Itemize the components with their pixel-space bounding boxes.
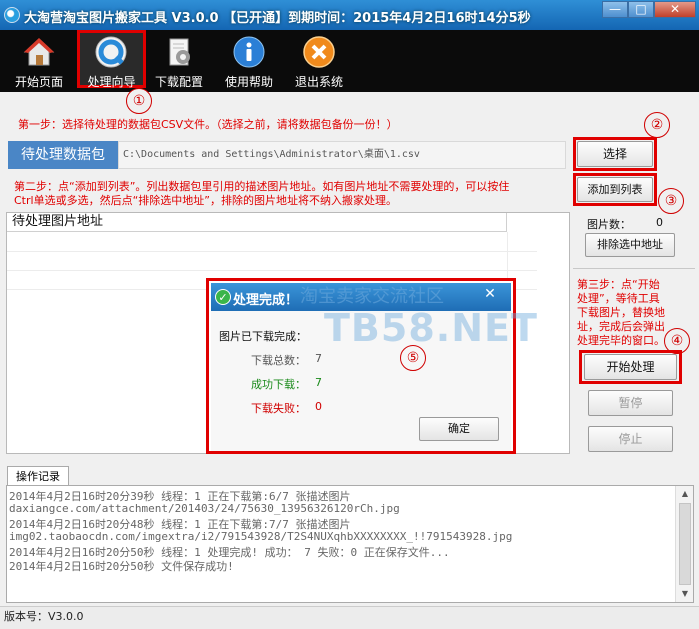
scroll-thumb[interactable] xyxy=(679,503,691,585)
download-total-label: 下载总数： xyxy=(251,354,306,367)
maximize-button[interactable]: □ xyxy=(628,1,654,18)
step3-note-line: 处理完毕的窗口。 xyxy=(577,334,665,347)
info-icon xyxy=(233,36,265,68)
side-panel-divider xyxy=(573,268,695,269)
select-file-button[interactable]: 选择 xyxy=(577,141,653,167)
data-package-label: 待处理数据包 xyxy=(8,141,118,169)
check-circle-icon: ✓ xyxy=(215,289,231,305)
exclude-selected-button[interactable]: 排除选中地址 xyxy=(585,233,675,257)
dialog-title: 处理完成！ xyxy=(233,293,299,308)
window-title-bar: 大淘营淘宝图片搬家工具 V3.0.0 【已开通】到期时间：2015年4月2日16… xyxy=(0,0,699,30)
window-title: 大淘营淘宝图片搬家工具 V3.0.0 【已开通】到期时间：2015年4月2日16… xyxy=(24,11,531,26)
log-line: 2014年4月2日16时20分50秒 文件保存成功! xyxy=(9,560,234,573)
image-count-value: 0 xyxy=(656,216,663,229)
minimize-button[interactable]: — xyxy=(602,1,628,18)
log-line: img02.taobaocdn.com/imgextra/i2/79154392… xyxy=(9,530,513,543)
step3-note-line: 第三步：点“开始 xyxy=(577,278,660,291)
toolbar-help-button[interactable]: 使用帮助 xyxy=(216,30,282,92)
watermark-text: 淘宝卖家交流社区 xyxy=(300,286,444,307)
annotation-marker-3: ③ xyxy=(658,188,684,214)
dialog-heading: 图片已下载完成： xyxy=(219,330,307,343)
step3-note-line: 址，完成后会弹出 xyxy=(577,320,665,333)
scroll-down-icon[interactable]: ▼ xyxy=(676,586,693,602)
log-line: daxiangce.com/attachment/201403/24/75630… xyxy=(9,502,400,515)
dialog-ok-button[interactable]: 确定 xyxy=(419,417,499,441)
download-success-label: 成功下载： xyxy=(251,378,306,391)
watermark-logo: TB58.NET xyxy=(324,306,538,350)
annotation-marker-1: ① xyxy=(126,88,152,114)
toolbar-config-label: 下载配置 xyxy=(154,75,203,89)
download-fail-label: 下载失败： xyxy=(251,402,306,415)
toolbar-exit-button[interactable]: 退出系统 xyxy=(286,30,352,92)
download-total-value: 7 xyxy=(315,352,322,365)
step2-note-line2: Ctrl单选或多选，然后点“排除选中地址”，排除的图片地址将不纳入搬家处理。 xyxy=(14,194,397,207)
toolbar-home-label: 开始页面 xyxy=(14,75,63,89)
main-toolbar: 开始页面 处理向导 下载配置 使用帮助 退出系统 xyxy=(0,30,699,92)
download-success-value: 7 xyxy=(315,376,322,389)
pause-button[interactable]: 暂停 xyxy=(588,390,673,416)
close-button[interactable]: ✕ xyxy=(654,1,696,18)
toolbar-wizard-label: 处理向导 xyxy=(87,75,136,89)
tab-operation-log[interactable]: 操作记录 xyxy=(7,466,69,486)
toolbar-home-button[interactable]: 开始页面 xyxy=(6,30,72,92)
step3-note-line: 下载图片，替换地 xyxy=(577,306,665,319)
image-count-label: 图片数： xyxy=(587,218,631,231)
toolbar-wizard-button[interactable]: 处理向导 xyxy=(77,30,146,89)
app-logo-icon xyxy=(4,7,20,23)
dialog-close-button[interactable]: ✕ xyxy=(479,287,501,303)
toolbar-config-button[interactable]: 下载配置 xyxy=(146,30,212,92)
status-bar: 版本号：V3.0.0 xyxy=(0,606,699,629)
home-icon xyxy=(23,38,55,66)
config-icon xyxy=(169,38,190,66)
toolbar-help-label: 使用帮助 xyxy=(224,75,273,89)
list-row-divider xyxy=(7,270,537,271)
list-row-divider xyxy=(7,251,537,252)
step1-note: 第一步：选择待处理的数据包CSV文件。（选择之前，请将数据包备份一份！） xyxy=(18,118,398,131)
add-to-list-button[interactable]: 添加到列表 xyxy=(577,177,653,202)
toolbar-exit-label: 退出系统 xyxy=(294,75,343,89)
exit-icon xyxy=(303,36,335,68)
annotation-marker-2: ② xyxy=(644,112,670,138)
scroll-up-icon[interactable]: ▲ xyxy=(676,486,693,502)
stop-button[interactable]: 停止 xyxy=(588,426,673,452)
download-fail-value: 0 xyxy=(315,400,322,413)
operation-log[interactable]: 2014年4月2日16时20分39秒 线程：1 正在下载第:6/7 张描述图片 … xyxy=(6,485,694,603)
step3-note: 第三步：点“开始 处理”，等待工具 下载图片，替换地 址，完成后会弹出 处理完毕… xyxy=(577,278,665,348)
image-address-column-header[interactable]: 待处理图片地址 xyxy=(7,213,507,232)
wizard-icon xyxy=(95,36,127,68)
step3-note-line: 处理”，等待工具 xyxy=(577,292,660,305)
log-scrollbar[interactable]: ▲ ▼ xyxy=(675,486,693,602)
step2-note-line1: 第二步：点“添加到列表”。列出数据包里引用的描述图片地址。如有图片地址不需要处理… xyxy=(14,180,510,193)
data-package-path-input[interactable]: C:\Documents and Settings\Administrator\… xyxy=(118,141,566,169)
start-processing-button[interactable]: 开始处理 xyxy=(584,354,677,380)
